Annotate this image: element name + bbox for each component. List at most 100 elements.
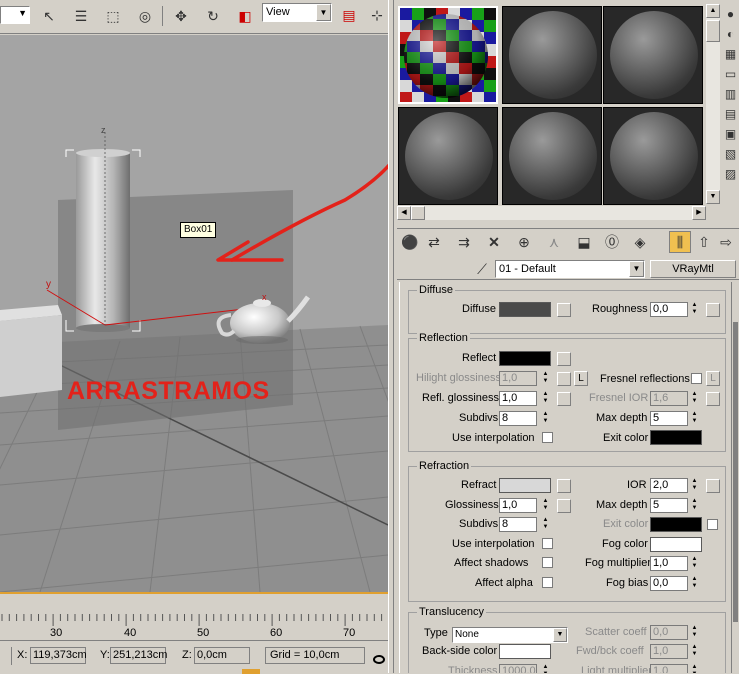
refl-glossiness-map-button[interactable] [557, 392, 571, 406]
put-to-scene-icon[interactable]: ⇄ [423, 231, 445, 253]
go-forward-sibling-icon[interactable]: ⇨ [715, 231, 737, 253]
refr-exit-color-checkbox[interactable] [707, 519, 718, 530]
make-preview-icon[interactable]: ▤ [722, 104, 739, 124]
fresnel-ior-map-button[interactable] [706, 392, 720, 406]
refl-use-interpolation-checkbox[interactable] [542, 432, 553, 443]
window-crossing-icon[interactable]: ◎ [134, 5, 156, 27]
put-to-library-icon[interactable]: ⬓ [573, 231, 595, 253]
assign-material-icon[interactable]: ⇉ [453, 231, 475, 253]
refr-glossiness-spinner[interactable]: ▲ ▼ [541, 498, 550, 513]
material-slot-6[interactable] [603, 107, 703, 205]
material-slot-5[interactable] [502, 107, 602, 205]
sample-type-icon[interactable]: ● [722, 4, 739, 24]
select-icon[interactable]: ↖ [38, 5, 60, 27]
backlight-icon[interactable]: ◐ [722, 24, 739, 44]
refr-glossiness-field[interactable]: 1,0 [499, 498, 537, 513]
translucency-type-select[interactable]: None ▼ [452, 627, 568, 643]
lock-hilight-button[interactable]: L [574, 371, 588, 386]
time-ruler[interactable]: 30 40 50 60 70 [0, 592, 388, 640]
fresnel-reflections-checkbox[interactable] [691, 373, 702, 384]
light-multiplier-spinner[interactable]: ▲▼ [690, 664, 699, 673]
thickness-spinner[interactable]: ▲▼ [541, 664, 550, 673]
refr-max-depth-spinner[interactable]: ▲ ▼ [690, 498, 699, 513]
scroll-right-icon[interactable]: ▶ [692, 206, 706, 220]
scale-icon[interactable]: ◧ [234, 5, 256, 27]
toolbar-dropdown-arrow[interactable]: ▼ [0, 6, 30, 24]
scroll-down-icon[interactable]: ▼ [706, 190, 720, 204]
fwd-bck-coeff-spinner[interactable]: ▲ ▼ [690, 644, 699, 659]
material-navigator-icon[interactable]: ▨ [722, 164, 739, 184]
hilight-map-button[interactable] [557, 372, 571, 386]
slots-horizontal-scrollbar[interactable]: ◀ ▶ [397, 206, 706, 220]
refl-subdivs-field[interactable]: 8 [499, 411, 537, 426]
select-by-material-icon[interactable]: ▧ [722, 144, 739, 164]
panel-splitter[interactable] [388, 0, 394, 673]
show-map-in-viewport-icon[interactable]: ◈ [629, 231, 651, 253]
fwd-bck-coeff-field[interactable]: 1,0 [650, 644, 688, 659]
refl-max-depth-spinner[interactable]: ▲ ▼ [690, 411, 699, 426]
scatter-coeff-field[interactable]: 0,0 [650, 625, 688, 640]
slots-vertical-scrollbar[interactable]: ▲ ▼ [706, 4, 720, 204]
material-slot-2[interactable] [502, 6, 602, 104]
material-slot-3[interactable] [603, 6, 703, 104]
material-effects-channel-icon[interactable]: ⓪ [601, 231, 623, 253]
options-icon[interactable]: ▣ [722, 124, 739, 144]
select-by-name-icon[interactable]: ☰ [70, 5, 92, 27]
refr-subdivs-spinner[interactable]: ▲ ▼ [541, 517, 550, 532]
rotate-icon[interactable]: ↻ [202, 5, 224, 27]
get-material-icon[interactable]: ⚫ [399, 231, 421, 253]
fog-bias-field[interactable]: 0,0 [650, 576, 688, 591]
move-icon[interactable]: ✥ [170, 5, 192, 27]
fog-bias-spinner[interactable]: ▲ ▼ [690, 576, 699, 591]
diffuse-map-button[interactable] [557, 303, 571, 317]
refl-glossiness-field[interactable]: 1,0 [499, 391, 537, 406]
ior-spinner[interactable]: ▲ ▼ [690, 478, 699, 493]
thickness-field[interactable]: 1000,0 [499, 664, 537, 673]
fog-multiplier-field[interactable]: 1,0 [650, 556, 688, 571]
ior-field[interactable]: 2,0 [650, 478, 688, 493]
refl-max-depth-field[interactable]: 5 [650, 411, 688, 426]
perspective-viewport[interactable]: y x z Box01 ARRASTRAMOS [0, 35, 388, 592]
fog-multiplier-spinner[interactable]: ▲ ▼ [690, 556, 699, 571]
fresnel-ior-spinner[interactable]: ▲ ▼ [690, 391, 699, 406]
roughness-spinner[interactable]: ▲ ▼ [690, 302, 699, 317]
fog-color-swatch[interactable] [650, 537, 702, 552]
refl-glossiness-spinner[interactable]: ▲ ▼ [541, 391, 550, 406]
reset-material-icon[interactable]: ✕ [483, 231, 505, 253]
make-unique-icon[interactable]: ⋏ [543, 231, 565, 253]
eyedropper-icon[interactable]: ⟋ [471, 258, 493, 280]
x-coord-field[interactable]: 119,373cm [30, 647, 87, 664]
refr-max-depth-field[interactable]: 5 [650, 498, 688, 513]
hilight-glossiness-field[interactable]: 1,0 [499, 371, 537, 386]
scroll-thumb[interactable] [733, 322, 738, 622]
ior-map-button[interactable] [706, 479, 720, 493]
y-coord-field[interactable]: 251,213cm [110, 647, 167, 664]
material-slot-4[interactable] [398, 107, 498, 205]
parameters-scrollbar[interactable] [731, 282, 739, 673]
refr-exit-color-swatch[interactable] [650, 517, 702, 532]
light-multiplier-field[interactable]: 1,0 [650, 664, 688, 673]
affect-shadows-checkbox[interactable] [542, 557, 553, 568]
background-checker-icon[interactable]: ▦ [722, 44, 739, 64]
key-icon[interactable] [373, 655, 385, 664]
affect-alpha-checkbox[interactable] [542, 577, 553, 588]
scroll-up-icon[interactable]: ▲ [706, 4, 720, 18]
go-to-parent-icon[interactable]: ⇧ [693, 231, 715, 253]
refr-subdivs-field[interactable]: 8 [499, 517, 537, 532]
scroll-left-icon[interactable]: ◀ [397, 206, 411, 220]
refr-use-interpolation-checkbox[interactable] [542, 538, 553, 549]
refl-subdivs-spinner[interactable]: ▲ ▼ [541, 411, 550, 426]
sample-uv-icon[interactable]: ▭ [722, 64, 739, 84]
refract-color-swatch[interactable] [499, 478, 551, 493]
scroll-thumb[interactable] [411, 206, 425, 220]
copy-material-icon[interactable]: ⊕ [513, 231, 535, 253]
reflect-map-button[interactable] [557, 352, 571, 366]
scroll-thumb[interactable] [706, 20, 720, 42]
scatter-coeff-spinner[interactable]: ▲ ▼ [690, 625, 699, 640]
chevron-down-icon[interactable]: ▼ [629, 261, 644, 277]
rectangular-selection-icon[interactable]: ⬚ [102, 5, 124, 27]
reflect-color-swatch[interactable] [499, 351, 551, 366]
lock-fresnel-button[interactable]: L [706, 371, 720, 386]
video-color-icon[interactable]: ▥ [722, 84, 739, 104]
hilight-spinner[interactable]: ▲ ▼ [541, 371, 550, 386]
